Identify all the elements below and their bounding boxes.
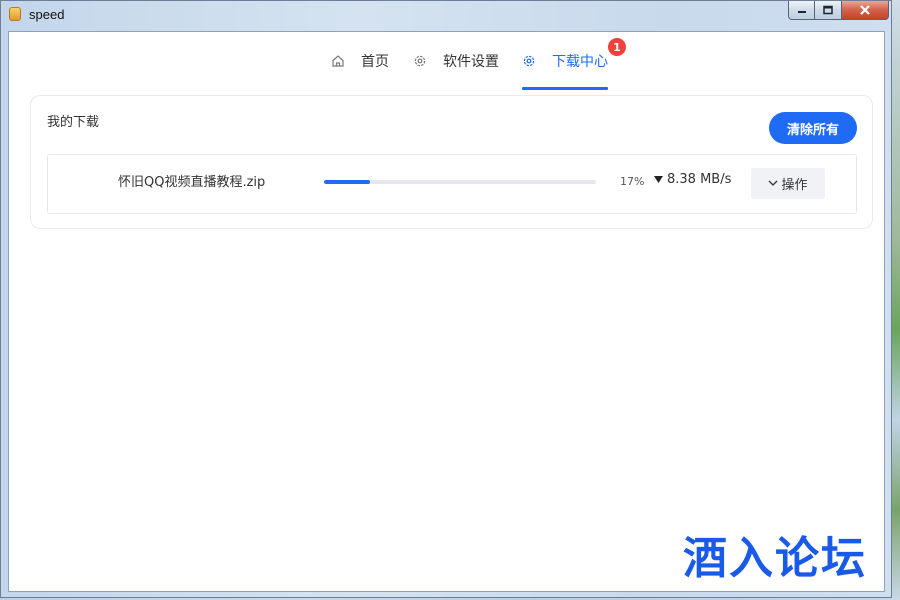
clear-all-button[interactable]: 清除所有: [769, 112, 857, 144]
minimize-icon: [797, 11, 806, 13]
tab-download-center-label: 下载中心: [552, 54, 608, 70]
top-navigation: 首页 软件设置 下载中心 1: [9, 32, 884, 90]
download-arrow-icon: [654, 176, 663, 183]
notification-badge: 1: [607, 37, 627, 57]
app-content: 首页 软件设置 下载中心 1 我的下载 清除所有 怀旧QQ视频直播教程.zip …: [8, 31, 885, 592]
download-item: 怀旧QQ视频直播教程.zip 17% 8.38 MB/s 操作: [47, 154, 857, 214]
progress-fill: [324, 180, 371, 184]
forum-watermark: 酒入论坛: [683, 533, 867, 584]
downloads-panel: 我的下载 清除所有 怀旧QQ视频直播教程.zip 17% 8.38 MB/s 操…: [30, 95, 873, 229]
window-title: speed: [29, 7, 65, 22]
progress-percent: 17%: [620, 175, 645, 188]
tab-settings[interactable]: 软件设置: [413, 32, 499, 90]
maximize-icon: [823, 5, 833, 15]
download-speed: 8.38 MB/s: [654, 172, 731, 187]
app-icon: [9, 7, 21, 21]
maximize-button[interactable]: [815, 1, 842, 20]
tab-home[interactable]: 首页: [331, 32, 389, 90]
gear-icon: [414, 55, 426, 67]
download-speed-value: 8.38 MB/s: [667, 172, 732, 187]
tab-settings-label: 软件设置: [443, 54, 499, 70]
actions-dropdown-label: 操作: [781, 177, 808, 192]
actions-dropdown-button[interactable]: 操作: [751, 168, 825, 199]
app-window: speed 首页 软件设置 下载中心 1 我的下载 清除所有 怀旧QQ视频直播教…: [0, 0, 892, 598]
panel-title: 我的下载: [47, 115, 100, 130]
home-icon: [332, 55, 344, 67]
gear-icon: [523, 55, 535, 67]
progress-bar: [324, 180, 596, 184]
chevron-down-icon: [769, 180, 778, 186]
close-button[interactable]: [842, 1, 889, 20]
tab-home-label: 首页: [361, 54, 389, 70]
title-bar[interactable]: speed: [1, 1, 891, 31]
file-name: 怀旧QQ视频直播教程.zip: [118, 175, 266, 190]
window-controls: [788, 1, 889, 20]
close-icon: [860, 5, 870, 15]
tab-download-center[interactable]: 下载中心: [522, 32, 608, 90]
minimize-button[interactable]: [788, 1, 815, 20]
